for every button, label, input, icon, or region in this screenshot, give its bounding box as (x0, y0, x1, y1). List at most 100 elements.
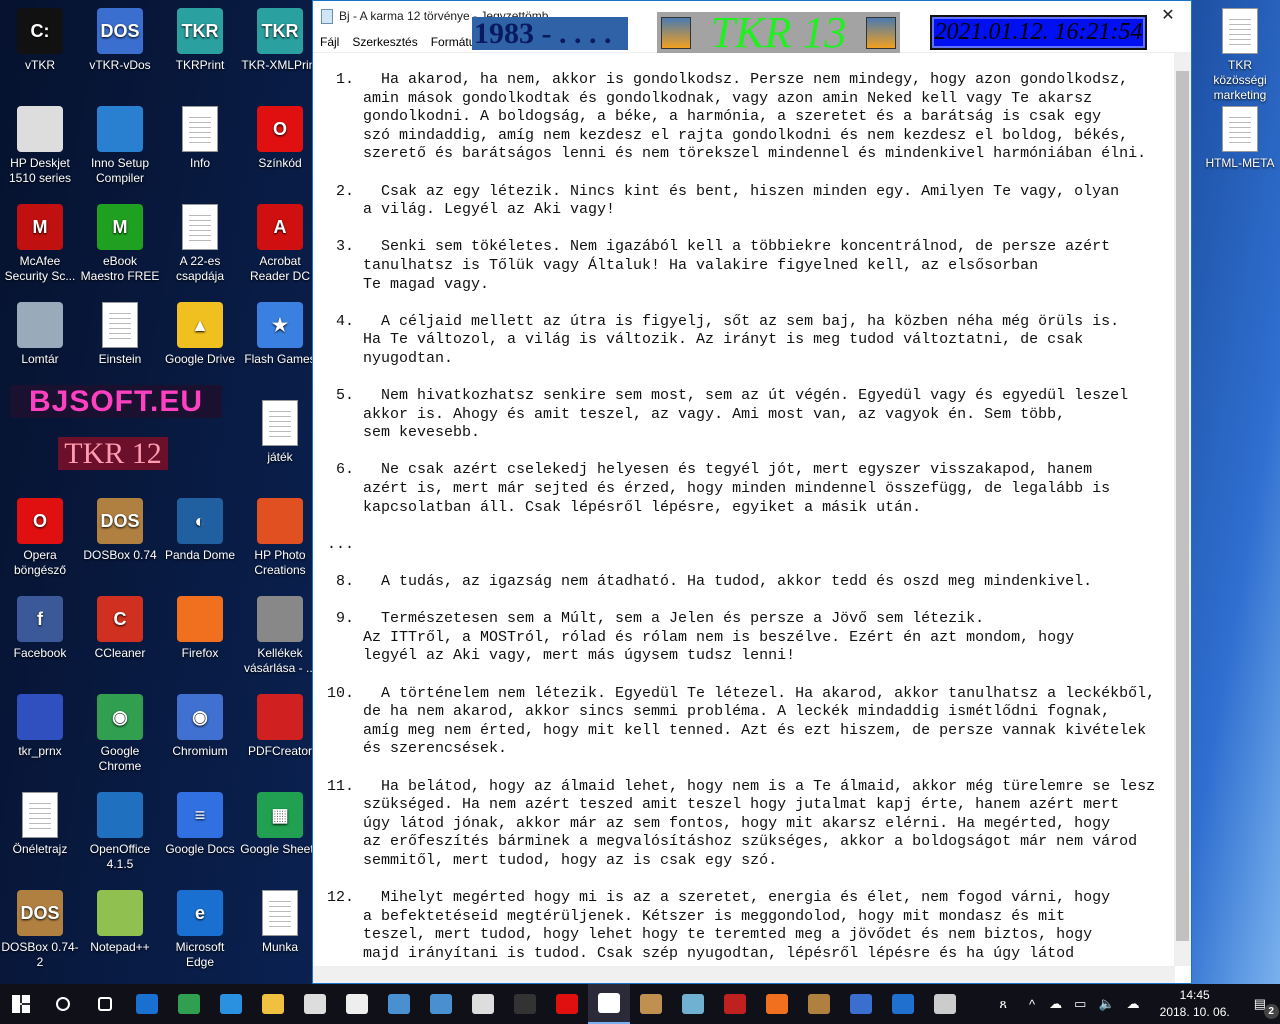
desktop-icon[interactable]: ★ Flash Games (240, 302, 320, 367)
desktop-icon-label: Info (189, 156, 210, 170)
chevron-up-icon[interactable]: ^ (1029, 997, 1035, 1012)
taskbar-explorer-button[interactable] (252, 984, 294, 1024)
desktop-icon[interactable]: tkr_prnx (0, 694, 80, 759)
app-icon (97, 890, 143, 936)
taskbar-mail-button[interactable] (336, 984, 378, 1024)
menu-edit[interactable]: Szerkesztés (352, 35, 417, 49)
desktop-icon-label: HTML-META (1205, 156, 1275, 170)
desktop-icon-label: vTKR (25, 58, 55, 72)
desktop-icon[interactable]: Kellékek vásárlása - ... (240, 596, 320, 676)
desktop-icon[interactable]: TKR TKRPrint (160, 8, 240, 73)
task-view-icon (98, 997, 112, 1011)
close-button[interactable]: ✕ (1145, 1, 1191, 31)
desktop-icon[interactable]: HP Photo Creations (240, 498, 320, 578)
bjsoft-banner[interactable]: BJSOFT.EU (10, 385, 222, 418)
taskbar-calculator-button[interactable] (924, 984, 966, 1024)
taskbar-app4-button[interactable] (882, 984, 924, 1024)
desktop-icon[interactable]: Einstein (80, 302, 160, 367)
desktop-icon[interactable]: DOS DOSBox 0.74-2 (0, 890, 80, 970)
desktop-icon[interactable]: O Színkód (240, 106, 320, 171)
horizontal-scrollbar[interactable] (313, 966, 1175, 983)
taskbar-filezilla-button[interactable] (714, 984, 756, 1024)
desktop-icon[interactable]: e Microsoft Edge (160, 890, 240, 970)
desktop-icon[interactable]: M McAfee Security Sc... (0, 204, 80, 284)
desktop-icon[interactable]: C CCleaner (80, 596, 160, 661)
desktop-icon[interactable]: Firefox (160, 596, 240, 661)
taskbar-chrome-button[interactable] (168, 984, 210, 1024)
people-icon[interactable]: ጸ (999, 996, 1007, 1012)
desktop-icon[interactable]: ≡ Google Docs (160, 792, 240, 857)
desktop-icon[interactable]: A 22-es csapdája (160, 204, 240, 284)
taskbar-app3-button[interactable] (672, 984, 714, 1024)
desktop-icon[interactable]: DOS vTKR-vDos (80, 8, 160, 73)
scroll-thumb[interactable] (1176, 71, 1189, 941)
desktop-icon[interactable]: O Opera böngésző (0, 498, 80, 578)
desktop-icon[interactable]: Info (160, 106, 240, 171)
taskbar-app2-button[interactable] (420, 984, 462, 1024)
desktop-icon[interactable]: ◉ Google Chrome (80, 694, 160, 774)
desktop-icon[interactable]: Munka (240, 890, 320, 955)
taskbar-ie-button[interactable] (210, 984, 252, 1024)
taskbar-notepad-button[interactable] (588, 984, 630, 1024)
taskbar-edge-button[interactable] (126, 984, 168, 1024)
desktop-icon[interactable]: C: vTKR (0, 8, 80, 73)
settings-icon (472, 994, 494, 1014)
vertical-scrollbar[interactable] (1174, 53, 1191, 966)
volume-icon[interactable]: 🔈 (1098, 996, 1114, 1012)
desktop-icon[interactable]: ▦ Google Sheets (240, 792, 320, 857)
taskbar-app-button[interactable] (378, 984, 420, 1024)
menu-file[interactable]: Fájl (320, 35, 339, 49)
desktop-icon[interactable]: MeBook Maestro FREE (80, 204, 160, 284)
taskbar-search-button[interactable] (42, 984, 84, 1024)
desktop-icon[interactable]: TKR TKR-XMLPrint (240, 8, 320, 73)
taskbar-opera-button[interactable] (546, 984, 588, 1024)
explorer-icon (262, 994, 284, 1014)
desktop-icon[interactable]: TKR közösségi marketing (1200, 8, 1280, 103)
desktop-icon[interactable]: f Facebook (0, 596, 80, 661)
desktop-icon-label: A 22-es csapdája (175, 254, 225, 283)
desktop-icon-label: OpenOffice 4.1.5 (89, 842, 151, 871)
cloud-upload-icon[interactable]: ☁ (1127, 996, 1140, 1012)
desktop-icon[interactable]: Inno Setup Compiler (80, 106, 160, 186)
year-banner: 1983 - . . . . (472, 17, 628, 50)
clock[interactable]: 14:45 2018. 10. 06. (1160, 987, 1230, 1021)
network-icon[interactable]: ▭ (1074, 996, 1086, 1012)
desktop-icon[interactable]: ◉ Chromium (160, 694, 240, 759)
desktop-icon[interactable]: Notepad++ (80, 890, 160, 955)
notepad-window: Bj - A karma 12 törvénye - Jegyzettömb —… (312, 0, 1192, 984)
taskbar-apps (0, 984, 966, 1024)
taskbar-start-button[interactable] (0, 984, 42, 1024)
desktop-icon[interactable]: Önéletrajz (0, 792, 80, 857)
desktop-icon[interactable]: ◐ Panda Dome (160, 498, 240, 563)
tkr13-banner: TKR 13 (657, 8, 900, 57)
app-icon: ★ (257, 302, 303, 348)
onedrive-icon[interactable]: ☁ (1049, 996, 1062, 1012)
text-editor[interactable]: 1. Ha akarod, ha nem, akkor is gondolkod… (327, 71, 1172, 965)
app-icon (257, 596, 303, 642)
app3-icon (682, 994, 704, 1014)
taskbar-cmd-button[interactable] (504, 984, 546, 1024)
desktop-icon[interactable]: A Acrobat Reader DC (240, 204, 320, 284)
taskbar-vdos-button[interactable] (840, 984, 882, 1024)
taskbar-settings-button[interactable] (462, 984, 504, 1024)
desktop-icon[interactable]: PDFCreator (240, 694, 320, 759)
app-icon: ▲ (177, 302, 223, 348)
taskbar-store-button[interactable] (294, 984, 336, 1024)
desktop-icon[interactable]: HP Deskjet 1510 series (0, 106, 80, 186)
desktop-icon-label: Einstein (98, 352, 142, 366)
taskbar-firefox-button[interactable] (756, 984, 798, 1024)
tkr12-banner[interactable]: TKR 12 (58, 437, 168, 470)
taskbar-task-view-button[interactable] (84, 984, 126, 1024)
taskbar-dosbox-button[interactable] (798, 984, 840, 1024)
desktop-icon[interactable]: OpenOffice 4.1.5 (80, 792, 160, 872)
desktop-icon[interactable]: Lomtár (0, 302, 80, 367)
taskbar-paint-button[interactable] (630, 984, 672, 1024)
notification-icon[interactable]: ▤ 2 (1254, 996, 1279, 1019)
document-icon (262, 890, 298, 936)
app-icon (257, 694, 303, 740)
desktop-icon[interactable]: DOS DOSBox 0.74 (80, 498, 160, 563)
desktop-icon[interactable]: HTML-META (1200, 106, 1280, 171)
desktop-icon[interactable]: játék (240, 400, 320, 465)
desktop-icon-label: Google Drive (164, 352, 236, 366)
desktop-icon[interactable]: ▲ Google Drive (160, 302, 240, 367)
